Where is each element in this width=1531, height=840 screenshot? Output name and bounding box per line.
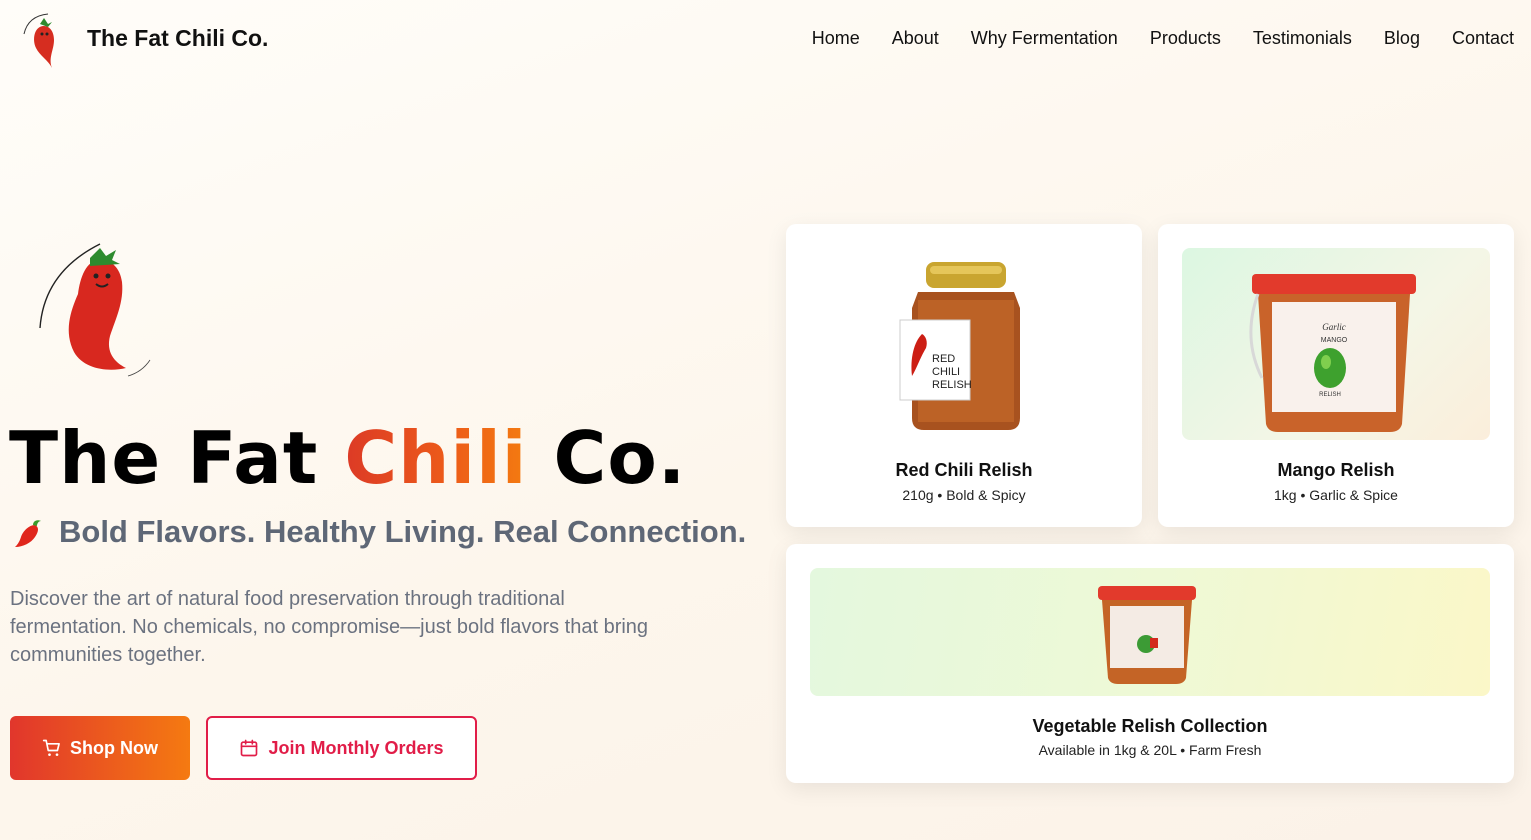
mango-relish-image: Garlic MANGO RELISH — [1182, 248, 1490, 440]
calendar-icon — [241, 739, 258, 757]
brand-logo[interactable] — [18, 10, 70, 72]
tagline-text: Bold Flavors. Healthy Living. Real Conne… — [59, 514, 747, 549]
nav-link-testimonials[interactable]: Testimonials — [1253, 28, 1352, 49]
hero-description: Discover the art of natural food preserv… — [10, 588, 649, 666]
hero-title-part1: The Fat — [9, 416, 345, 500]
product-name: Mango Relish — [1277, 460, 1395, 480]
shop-now-label: Shop Now — [70, 737, 158, 758]
vegetable-relish-tub — [1098, 586, 1196, 684]
product-detail: Available in 1kg & 20L • Farm Fresh — [1038, 742, 1262, 758]
nav-link-why-fermentation[interactable]: Why Fermentation — [971, 28, 1118, 49]
join-monthly-orders-button[interactable]: Join Monthly Orders — [206, 716, 477, 780]
tub-label-mango: MANGO — [1321, 337, 1348, 344]
svg-text:RELISH: RELISH — [932, 379, 972, 391]
product-name: Red Chili Relish — [895, 460, 1033, 480]
svg-text:CHILI: CHILI — [932, 366, 960, 378]
nav-link-home[interactable]: Home — [812, 28, 860, 49]
tub-label-relish: RELISH — [1319, 392, 1341, 398]
main-nav: Home About Why Fermentation Products Tes… — [812, 28, 1514, 49]
product-name: Vegetable Relish Collection — [1032, 716, 1268, 736]
hero-logo — [39, 243, 151, 377]
nav-link-contact[interactable]: Contact — [1452, 28, 1514, 49]
hero-title-accent: Chili — [344, 416, 528, 500]
product-detail: 210g • Bold & Spicy — [902, 487, 1026, 503]
join-monthly-orders-label: Join Monthly Orders — [268, 737, 444, 758]
shop-now-button[interactable]: Shop Now — [10, 716, 190, 780]
nav-link-products[interactable]: Products — [1150, 28, 1221, 49]
red-chili-relish-jar-image: RED CHILI RELISH — [899, 262, 1020, 430]
tub-label-garlic: Garlic — [1322, 322, 1346, 332]
cart-icon — [42, 739, 60, 756]
product-card-mango-relish[interactable]: Garlic MANGO RELISH Mango Relish 1kg • G… — [1158, 224, 1514, 527]
hero-title-part2: Co. — [527, 416, 687, 500]
hero-title: The Fat Chili Co. — [9, 416, 686, 500]
hero-tagline: Bold Flavors. Healthy Living. Real Conne… — [13, 514, 746, 550]
chili-pepper-icon — [15, 520, 41, 547]
nav-link-about[interactable]: About — [892, 28, 939, 49]
vegetable-relish-image — [810, 568, 1490, 696]
svg-text:RED: RED — [932, 353, 955, 365]
brand-name[interactable]: The Fat Chili Co. — [87, 25, 268, 52]
product-card-red-chili-relish[interactable]: RED CHILI RELISH Red Chili Relish 210g •… — [786, 224, 1142, 527]
mango-relish-tub: Garlic MANGO RELISH — [1249, 274, 1416, 432]
product-detail: 1kg • Garlic & Spice — [1274, 487, 1398, 503]
site-header: The Fat Chili Co. Home About Why Ferment… — [0, 0, 1531, 78]
product-card-vegetable-relish[interactable]: Vegetable Relish Collection Available in… — [786, 544, 1514, 783]
nav-link-blog[interactable]: Blog — [1384, 28, 1420, 49]
